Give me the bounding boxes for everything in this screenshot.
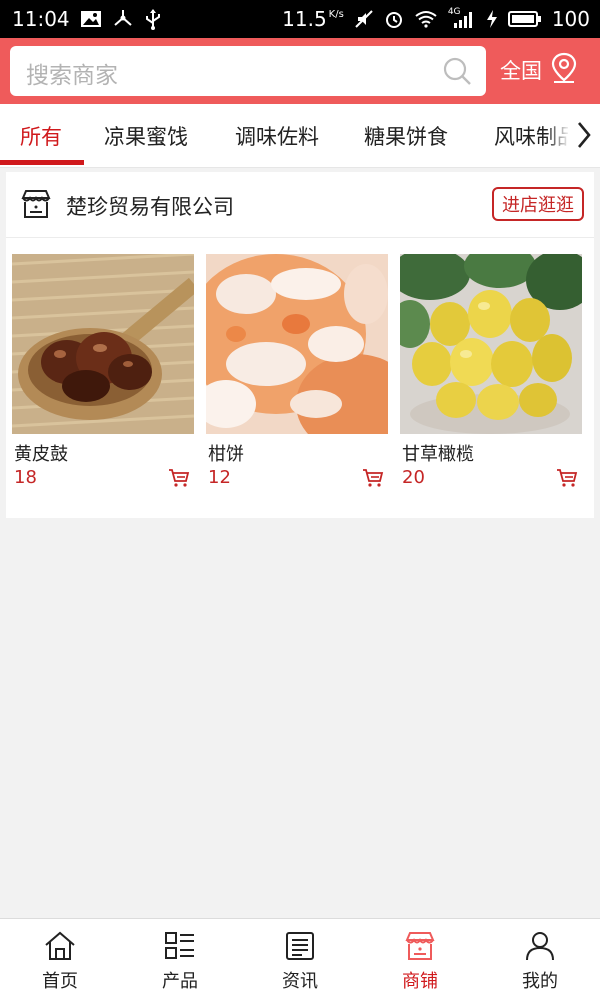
charging-icon (486, 9, 498, 29)
mute-icon (354, 9, 374, 29)
chevron-right-icon[interactable] (568, 104, 600, 166)
product-image-tangerine-cake[interactable] (206, 254, 388, 434)
product-item[interactable]: 柑饼 12 (206, 254, 388, 504)
news-icon (285, 929, 315, 963)
home-icon (44, 929, 76, 963)
nav-news[interactable]: 资讯 (240, 919, 360, 1000)
add-to-cart-icon[interactable] (362, 468, 384, 492)
alarm-icon (384, 9, 404, 29)
product-item[interactable]: 甘草橄榄 20 (400, 254, 582, 504)
tab-candy-cakes[interactable]: 糖果饼食 (364, 121, 448, 151)
location-pin-icon (550, 52, 578, 89)
nav-shops[interactable]: 商铺 (360, 919, 480, 1000)
tab-all[interactable]: 所有 (20, 121, 62, 151)
user-icon (525, 929, 555, 963)
nav-me-label: 我的 (522, 971, 558, 992)
search-input[interactable]: 搜索商家 (10, 46, 486, 96)
nav-news-label: 资讯 (282, 971, 318, 992)
nav-products[interactable]: 产品 (120, 919, 240, 1000)
header: 搜索商家 全国 (0, 38, 600, 104)
share-icon (112, 9, 134, 29)
product-price: 12 (208, 467, 231, 488)
product-name: 甘草橄榄 (402, 444, 474, 465)
visit-shop-button[interactable]: 进店逛逛 (492, 187, 584, 221)
product-list-icon (164, 929, 196, 963)
nav-home[interactable]: 首页 (0, 919, 120, 1000)
category-tabs: 所有 凉果蜜饯 调味佐料 糖果饼食 风味制品 (0, 104, 600, 168)
nav-products-label: 产品 (162, 971, 198, 992)
search-icon[interactable] (442, 56, 472, 90)
tab-condiments[interactable]: 调味佐料 (235, 121, 319, 151)
clock: 11:04 (12, 7, 70, 31)
tabs-fade (546, 104, 570, 166)
shop-header: 楚珍贸易有限公司 进店逛逛 (6, 172, 594, 238)
shop-name: 楚珍贸易有限公司 (66, 195, 234, 219)
product-name: 柑饼 (208, 444, 244, 465)
region-selector[interactable]: 全国 (500, 52, 578, 88)
product-price: 18 (14, 467, 37, 488)
cellular-signal-icon: 4G (448, 7, 476, 29)
add-to-cart-icon[interactable] (168, 468, 190, 492)
status-bar: 11:04 11.5 K/s 4G 100 (0, 0, 600, 38)
wifi-icon (414, 10, 438, 28)
tab-active-indicator (0, 160, 84, 165)
battery-level: 100 (551, 7, 590, 31)
usb-icon (144, 8, 162, 30)
shop-icon (404, 929, 436, 963)
product-price: 20 (402, 467, 425, 488)
battery-icon (507, 10, 542, 28)
network-speed: 11.5 K/s (282, 7, 344, 31)
bottom-nav: 首页 产品 资讯 商铺 我的 (0, 918, 600, 1000)
nav-shops-label: 商铺 (402, 971, 438, 992)
region-label: 全国 (500, 59, 542, 83)
add-to-cart-icon[interactable] (556, 468, 578, 492)
nav-home-label: 首页 (42, 971, 78, 992)
network-speed-unit: K/s (328, 9, 344, 20)
image-icon (80, 10, 102, 28)
search-placeholder: 搜索商家 (26, 63, 118, 89)
tab-candied-fruit[interactable]: 凉果蜜饯 (104, 121, 188, 151)
product-item[interactable]: 黄皮鼓 18 (12, 254, 194, 504)
shop-card[interactable]: 楚珍贸易有限公司 进店逛逛 黄皮鼓 18 柑饼 12 甘草橄榄 20 (6, 172, 594, 518)
product-name: 黄皮鼓 (14, 444, 68, 465)
store-icon (20, 188, 52, 224)
product-image-dried-fruit[interactable] (12, 254, 194, 434)
nav-me[interactable]: 我的 (480, 919, 600, 1000)
product-image-licorice-olives[interactable] (400, 254, 582, 434)
